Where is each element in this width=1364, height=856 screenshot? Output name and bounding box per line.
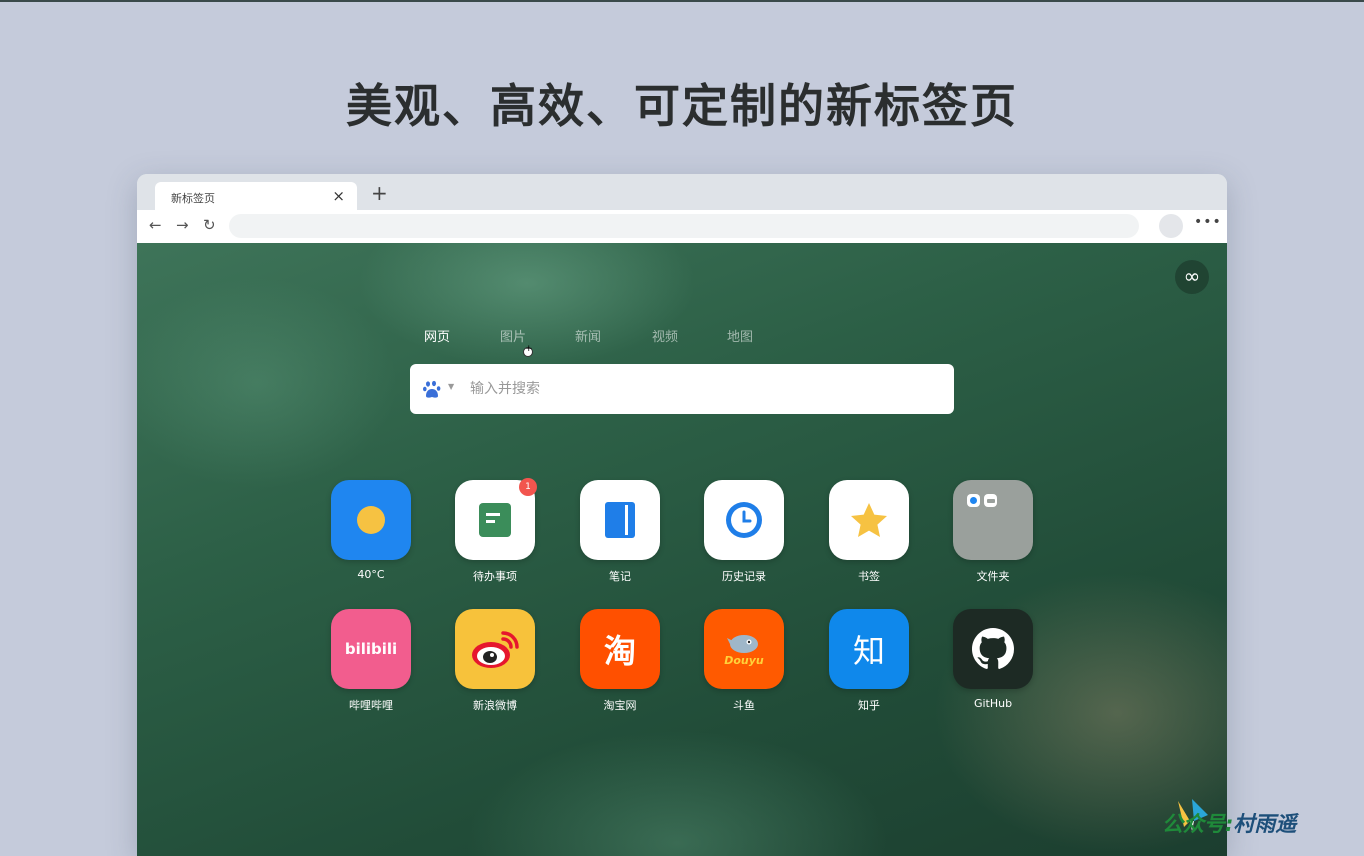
mouse-cursor-icon xyxy=(523,344,533,357)
tab-images[interactable]: 图片 xyxy=(500,326,526,345)
forward-arrow-icon[interactable]: → xyxy=(176,216,189,234)
todo-icon[interactable]: 1 xyxy=(455,478,537,560)
shortcut-bookmarks[interactable]: 书签 xyxy=(824,480,914,584)
shortcut-label: 哔哩哔哩 xyxy=(349,699,393,712)
shortcut-label: 淘宝网 xyxy=(603,699,637,712)
new-tab-page: ∞ 网页 图片 新闻 视频 地图 ▼ 40°C xyxy=(137,243,1227,856)
shortcut-label: GitHub xyxy=(973,697,1013,710)
address-bar[interactable] xyxy=(229,214,1139,238)
shortcut-bilibili[interactable]: bilibili 哔哩哔哩 xyxy=(326,609,416,713)
shortcut-label: 文件夹 xyxy=(976,570,1010,583)
top-border-line xyxy=(0,0,1364,2)
tab-video[interactable]: 视频 xyxy=(652,326,678,345)
watermark: 公众号:村雨遥 xyxy=(1162,808,1296,838)
new-tab-button[interactable]: + xyxy=(371,183,388,203)
profile-avatar[interactable] xyxy=(1159,214,1183,238)
douyu-logo-text: Douyu xyxy=(724,653,764,667)
shortcut-notes[interactable]: 笔记 xyxy=(575,480,665,584)
shortcut-label: 斗鱼 xyxy=(733,699,755,712)
shortcut-github[interactable]: GitHub xyxy=(948,609,1038,710)
close-icon[interactable]: × xyxy=(332,187,345,205)
zhihu-logo-icon[interactable]: 知 xyxy=(829,609,909,689)
notification-badge: 1 xyxy=(519,478,537,496)
clock-icon[interactable] xyxy=(704,480,784,560)
page-headline: 美观、高效、可定制的新标签页 xyxy=(346,79,1018,133)
more-menu-icon[interactable]: ••• xyxy=(1194,214,1222,230)
weibo-logo-icon[interactable] xyxy=(455,609,535,689)
infinity-icon[interactable]: ∞ xyxy=(1175,260,1209,294)
shortcut-label: 知乎 xyxy=(858,699,880,712)
shortcut-weibo[interactable]: 新浪微博 xyxy=(450,609,540,713)
shortcut-label: 新浪微博 xyxy=(473,699,517,712)
browser-toolbar: ← → ↻ ••• xyxy=(137,210,1227,243)
shortcut-label: 待办事项 xyxy=(473,570,517,583)
shortcut-history[interactable]: 历史记录 xyxy=(699,480,789,584)
github-logo-icon[interactable] xyxy=(953,609,1033,689)
shortcut-label: 40°C xyxy=(357,568,385,581)
zhihu-logo-text: 知 xyxy=(852,632,885,670)
shortcut-label: 历史记录 xyxy=(722,570,766,583)
shortcut-folder[interactable]: 文件夹 xyxy=(948,480,1038,584)
back-arrow-icon[interactable]: ← xyxy=(149,216,162,234)
shortcut-label: 书签 xyxy=(858,570,880,583)
watermark-prefix: 公众号: xyxy=(1162,812,1234,836)
chevron-down-icon[interactable]: ▼ xyxy=(448,382,454,391)
notebook-icon[interactable] xyxy=(580,480,660,560)
bilibili-logo-icon[interactable]: bilibili xyxy=(331,609,411,689)
star-icon[interactable] xyxy=(829,480,909,560)
taobao-logo-icon[interactable]: 淘 xyxy=(580,609,660,689)
tab-news[interactable]: 新闻 xyxy=(575,326,601,345)
tab-new-tab[interactable]: 新标签页 × xyxy=(155,182,357,212)
watermark-name: 村雨遥 xyxy=(1233,812,1297,836)
search-input[interactable] xyxy=(470,374,940,404)
tab-bar: 新标签页 × + xyxy=(137,174,1227,212)
tab-title: 新标签页 xyxy=(171,192,215,205)
weather-sun-icon[interactable] xyxy=(331,480,411,560)
shortcut-douyu[interactable]: Douyu 斗鱼 xyxy=(699,609,789,713)
reload-icon[interactable]: ↻ xyxy=(203,216,216,234)
shortcut-weather[interactable]: 40°C xyxy=(326,480,416,581)
baidu-paw-icon[interactable] xyxy=(422,379,442,399)
shortcut-taobao[interactable]: 淘 淘宝网 xyxy=(575,609,665,713)
taobao-logo-text: 淘 xyxy=(603,632,636,670)
shortcut-label: 笔记 xyxy=(609,570,631,583)
shortcut-todo[interactable]: 1 待办事项 xyxy=(450,478,540,584)
shortcut-zhihu[interactable]: 知 知乎 xyxy=(824,609,914,713)
tab-map[interactable]: 地图 xyxy=(727,326,753,345)
douyu-logo-icon[interactable]: Douyu xyxy=(704,609,784,689)
tab-web[interactable]: 网页 xyxy=(424,326,450,345)
bilibili-logo-text: bilibili xyxy=(344,640,398,658)
search-box: ▼ xyxy=(410,364,954,414)
folder-icon[interactable] xyxy=(953,480,1033,560)
browser-window: 新标签页 × + ← → ↻ ••• ∞ 网页 图片 新闻 视频 地图 + ▼ … xyxy=(137,174,1227,856)
